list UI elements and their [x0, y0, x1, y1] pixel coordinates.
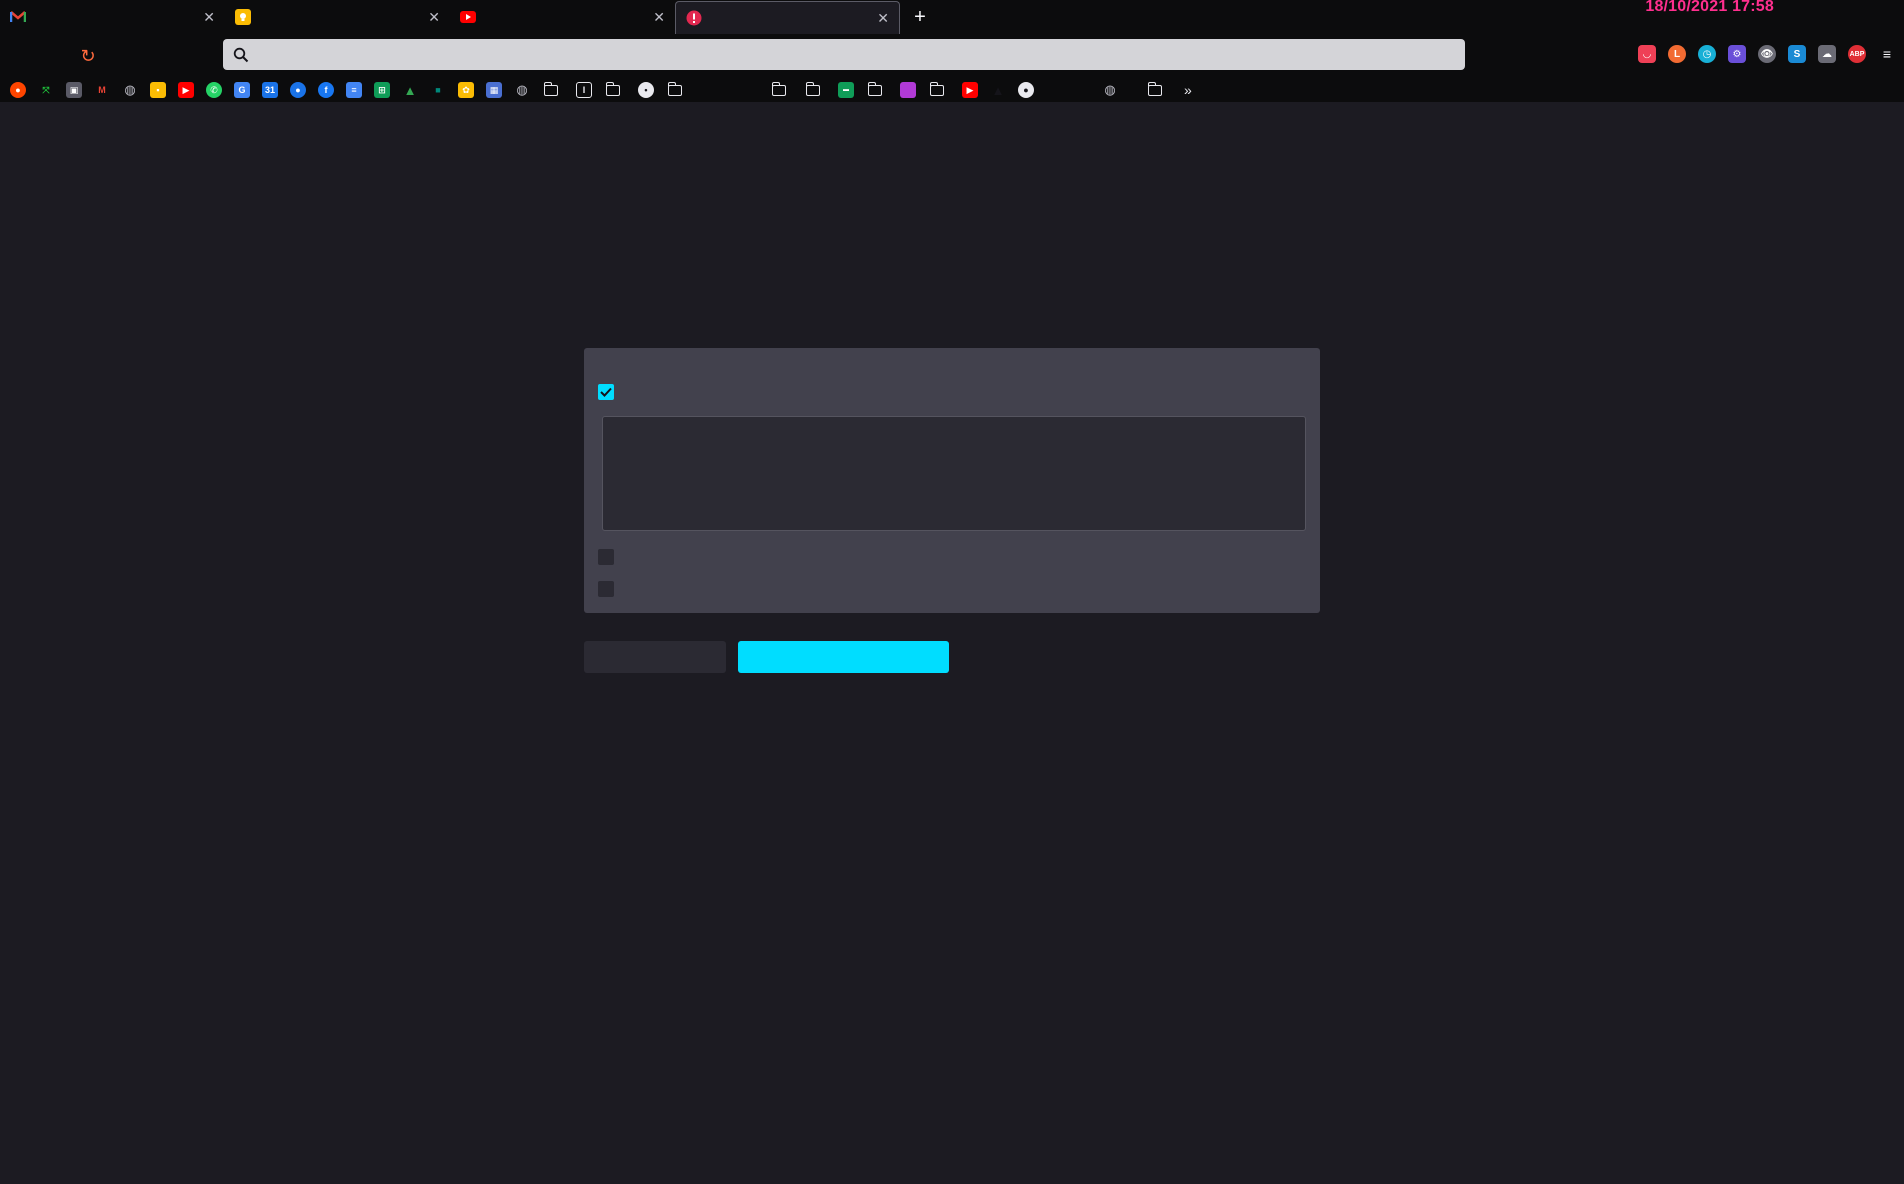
search-icon	[233, 47, 249, 62]
tab-youtube[interactable]: ✕	[450, 0, 675, 34]
clock-overlay: 18/10/2021 17:58	[1645, 0, 1774, 15]
bookmark-folder[interactable]	[667, 81, 686, 96]
eyes-icon[interactable]: 👁	[1758, 45, 1776, 63]
action-buttons	[584, 641, 1320, 673]
folder-icon	[543, 81, 558, 96]
folder-icon	[771, 81, 786, 96]
bookmarks-toolbar: ● ⤧ ▣ M ◍ ▪ ▶ ✆ G 31 ● f ≡ ⊞ ▲ ■ ✿ ▦ ◍ I…	[0, 78, 1904, 102]
option-row[interactable]	[598, 549, 1306, 565]
navigation-toolbar: ↻ ◡ L ◷ ⚙ 👁 S ☁ ABP ≡	[0, 34, 1904, 78]
globe-icon[interactable]: ◍	[1102, 82, 1118, 98]
folder-icon	[867, 81, 882, 96]
page-content	[584, 318, 1320, 673]
bookmark-folder[interactable]	[1147, 81, 1166, 96]
bookmark-folder[interactable]	[929, 81, 948, 96]
extension-s-icon[interactable]: S	[1788, 45, 1806, 63]
youtube-icon[interactable]: ▶	[178, 82, 194, 98]
comment-textarea[interactable]	[602, 416, 1306, 531]
address-bar[interactable]	[223, 39, 1465, 70]
youtube-icon[interactable]: ▶	[962, 82, 978, 98]
triangle-icon[interactable]: ▲	[990, 82, 1006, 98]
bookmark-folder[interactable]	[543, 81, 562, 96]
bookmark-i-icon[interactable]: I	[576, 82, 592, 98]
github-icon[interactable]: ●	[1018, 82, 1034, 98]
folder-icon	[667, 81, 682, 96]
extension-l-icon[interactable]: L	[1668, 45, 1686, 63]
url-input[interactable]	[261, 46, 1411, 63]
cloud-icon[interactable]: ☁	[1818, 45, 1836, 63]
globe-icon[interactable]: ◍	[514, 82, 530, 98]
keep-notes-icon	[235, 9, 251, 25]
reload-icon[interactable]: ↻	[78, 46, 98, 66]
menu-icon[interactable]: ≡	[1878, 45, 1896, 63]
close-icon[interactable]: ✕	[877, 10, 889, 27]
reddit-icon[interactable]: ●	[10, 82, 26, 98]
square-icon[interactable]	[900, 82, 916, 98]
sheets-icon[interactable]: ⊞	[374, 82, 390, 98]
tab-keep[interactable]: ✕	[225, 0, 450, 34]
report-panel	[584, 348, 1320, 613]
expand-icon[interactable]: ⤧	[38, 82, 54, 98]
whatsapp-icon[interactable]: ✆	[206, 82, 222, 98]
folder-icon	[929, 81, 944, 96]
bookmark-folder[interactable]	[605, 81, 624, 96]
adblock-icon[interactable]: ABP	[1848, 45, 1866, 63]
checkbox-unchecked[interactable]	[598, 581, 614, 597]
photos-icon[interactable]: ✿	[458, 82, 474, 98]
docs-icon[interactable]: ≡	[346, 82, 362, 98]
keep-icon[interactable]: ▪	[150, 82, 166, 98]
option-row[interactable]	[598, 384, 1306, 400]
close-icon[interactable]: ✕	[203, 9, 215, 26]
error-alert-icon	[686, 10, 702, 26]
grid-icon[interactable]: ▦	[486, 82, 502, 98]
translate-icon[interactable]: G	[234, 82, 250, 98]
primary-button[interactable]	[738, 641, 949, 673]
checkmark-icon	[600, 387, 612, 397]
contacts-icon[interactable]: ●	[290, 82, 306, 98]
close-icon[interactable]: ✕	[428, 9, 440, 26]
close-icon[interactable]: ✕	[653, 9, 665, 26]
lock-icon[interactable]: ▣	[66, 82, 82, 98]
new-tab-button[interactable]: +	[900, 0, 940, 34]
folder-icon	[1147, 81, 1162, 96]
checkbox-checked[interactable]	[598, 384, 614, 400]
extension-icon[interactable]: ⚙	[1728, 45, 1746, 63]
meet-icon[interactable]: ■	[430, 82, 446, 98]
secondary-button[interactable]	[584, 641, 726, 673]
toolbar-extensions: ◡ L ◷ ⚙ 👁 S ☁ ABP ≡	[1638, 45, 1896, 63]
bookmark-folder[interactable]	[867, 81, 886, 96]
folder-icon	[805, 81, 820, 96]
pocket-icon[interactable]: ◡	[1638, 45, 1656, 63]
globe-icon[interactable]: ◍	[122, 82, 138, 98]
more-bookmarks-icon[interactable]: »	[1184, 82, 1192, 98]
gmail-icon[interactable]: M	[94, 82, 110, 98]
gmail-icon	[10, 9, 26, 25]
tab-strip: ✕ ✕ ✕ ✕ + 18/10/2021 17:58	[0, 0, 1904, 34]
facebook-icon[interactable]: f	[318, 82, 334, 98]
chat-icon[interactable]: ▬	[838, 82, 854, 98]
calendar-icon[interactable]: 31	[262, 82, 278, 98]
tab-gmail[interactable]: ✕	[0, 0, 225, 34]
bookmark-folder[interactable]	[805, 81, 824, 96]
timer-icon[interactable]: ◷	[1698, 45, 1716, 63]
bookmark-folder[interactable]	[771, 81, 790, 96]
circle-icon[interactable]: •	[638, 82, 654, 98]
checkbox-unchecked[interactable]	[598, 549, 614, 565]
tab-active-error[interactable]: ✕	[675, 1, 900, 34]
option-row[interactable]	[598, 581, 1306, 597]
youtube-icon	[460, 9, 476, 25]
folder-icon	[605, 81, 620, 96]
drive-icon[interactable]: ▲	[402, 82, 418, 98]
